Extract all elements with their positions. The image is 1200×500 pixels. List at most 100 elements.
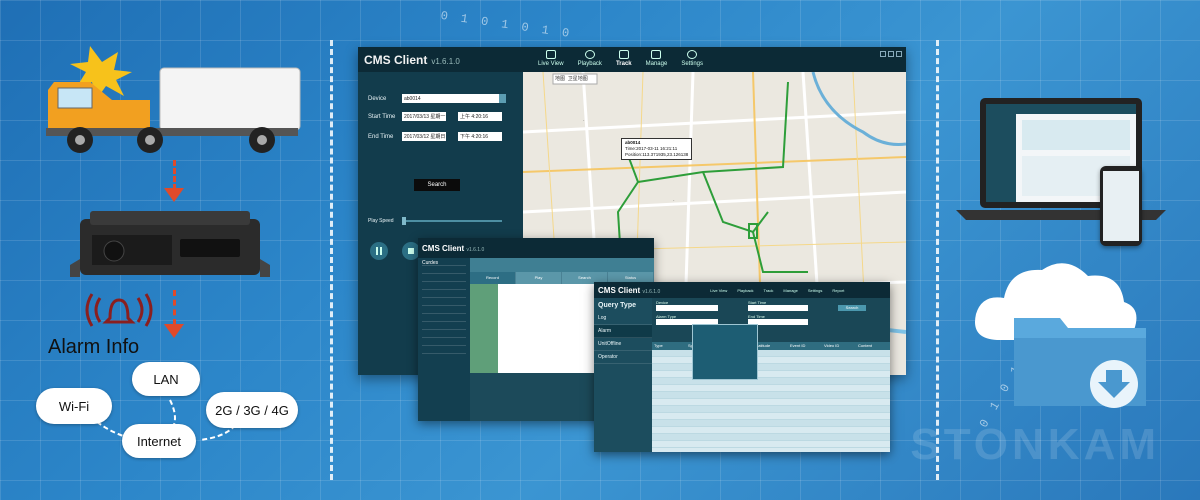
nav-track[interactable]: Track: [616, 47, 632, 67]
map-type-tabs[interactable]: 地图 卫星地图: [555, 75, 588, 82]
brand-watermark: STONKAM: [910, 420, 1160, 469]
nav-playback[interactable]: Playback: [578, 47, 602, 67]
window-controls: [880, 51, 902, 57]
tab-play[interactable]: Play: [516, 272, 562, 284]
wifi-label: Wi-Fi: [58, 398, 90, 414]
chevron-down-icon[interactable]: [499, 94, 506, 103]
tree-node[interactable]: [422, 268, 466, 274]
end-time-field[interactable]: 下午 4:20:16: [458, 132, 502, 141]
tree-node[interactable]: [422, 284, 466, 290]
table-row[interactable]: [652, 420, 890, 427]
flow-arrow-head: [164, 324, 184, 338]
table-row[interactable]: [652, 357, 890, 364]
tree-node[interactable]: [422, 300, 466, 306]
cms-report-window: CMS Client v1.6.1.0 Live View Playback T…: [594, 282, 890, 452]
device-select[interactable]: ab0014: [402, 94, 506, 103]
tree-node[interactable]: [422, 308, 466, 314]
internet-label: Internet: [136, 433, 182, 449]
wifi-cloud: Wi-Fi: [36, 388, 112, 424]
tree-node[interactable]: [422, 332, 466, 338]
nav-settings[interactable]: Settings: [681, 47, 703, 67]
divider-left: [330, 40, 333, 480]
playback-icon: [584, 50, 595, 59]
table-row[interactable]: [652, 427, 890, 434]
alarm-type-dropdown[interactable]: [692, 324, 758, 380]
pause-button[interactable]: [370, 242, 388, 260]
table-row[interactable]: [652, 392, 890, 399]
table-row[interactable]: [652, 413, 890, 420]
device-tree[interactable]: Curdes: [418, 258, 470, 421]
table-row[interactable]: [652, 364, 890, 371]
col-type[interactable]: Type: [652, 342, 686, 350]
query-item-alarm[interactable]: Alarm: [594, 325, 652, 338]
nav-settings[interactable]: Settings: [808, 288, 822, 293]
search-button[interactable]: Search: [414, 179, 460, 191]
nav-manage[interactable]: Manage: [646, 47, 667, 67]
cms-c-nav: Live View Playback Track Manage Settings…: [710, 288, 844, 293]
nav-playback[interactable]: Playback: [737, 288, 753, 293]
tree-node[interactable]: [422, 324, 466, 330]
table-row[interactable]: [652, 399, 890, 406]
query-type-panel: Query Type Log Alarm UnitOffline Operato…: [594, 298, 652, 452]
table-row[interactable]: [652, 385, 890, 392]
col-latitude[interactable]: Latitude: [754, 342, 788, 350]
table-row[interactable]: [652, 371, 890, 378]
table-row[interactable]: [652, 441, 890, 448]
play-speed-row: Play Speed: [368, 217, 502, 225]
flow-arrow-head: [164, 188, 184, 202]
mobile-dvr-icon: [70, 211, 270, 277]
col-video-id[interactable]: Video ID: [822, 342, 856, 350]
maximize-icon[interactable]: [888, 51, 894, 57]
query-item-unitoffline[interactable]: UnitOffline: [594, 338, 652, 351]
start-time-row: Start Time 2017/03/13 星期一 上午 4:20:16: [368, 112, 502, 121]
query-item-operator[interactable]: Operator: [594, 351, 652, 364]
nav-live-view[interactable]: Live View: [710, 288, 727, 293]
vehicle-info-popup: ab0014 Time:2017-03-11 16:21:11 Position…: [621, 138, 693, 160]
col-content[interactable]: Content: [856, 342, 890, 350]
table-row[interactable]: [652, 378, 890, 385]
col-event-id[interactable]: Event ID: [788, 342, 822, 350]
alarm-query-form: Device Alarm Type Start Time End Time Se…: [652, 298, 890, 342]
nav-manage[interactable]: Manage: [783, 288, 797, 293]
cms-b-header-bar: [470, 258, 654, 272]
end-time-row: End Time 2017/03/12 星期日 下午 4:20:16: [368, 132, 502, 141]
table-row[interactable]: [652, 350, 890, 357]
tree-node[interactable]: [422, 276, 466, 282]
nav-track[interactable]: Track: [764, 288, 774, 293]
internet-cloud: Internet: [122, 424, 196, 458]
lan-label: LAN: [153, 371, 179, 387]
device-row: Device ab0014: [368, 94, 506, 103]
table-row[interactable]: [652, 434, 890, 441]
cellular-label: 2G / 3G / 4G: [215, 402, 289, 418]
tree-root[interactable]: Curdes: [422, 260, 466, 266]
gear-icon: [687, 50, 698, 59]
start-date-field[interactable]: 2017/03/13 星期一: [402, 112, 446, 121]
manage-icon: [651, 50, 662, 59]
alarm-table-header: Type Speed Longitude Latitude Event ID V…: [652, 342, 890, 350]
close-icon[interactable]: [896, 51, 902, 57]
query-type-heading: Query Type: [598, 302, 636, 309]
nav-report[interactable]: Report: [832, 288, 844, 293]
minimize-icon[interactable]: [880, 51, 886, 57]
query-item-log[interactable]: Log: [594, 312, 652, 325]
start-time-field[interactable]: 上午 4:20:16: [458, 112, 502, 121]
device-field[interactable]: [656, 305, 718, 311]
alarm-bell-icon: [85, 293, 153, 327]
tree-node[interactable]: [422, 292, 466, 298]
report-search-button[interactable]: Search: [838, 305, 866, 311]
smartphone-icon: [1100, 166, 1142, 246]
start-time-field[interactable]: [748, 305, 808, 311]
divider-right: [936, 40, 939, 480]
slider-handle[interactable]: [401, 217, 406, 225]
track-icon: [618, 50, 629, 59]
table-row[interactable]: [652, 406, 890, 413]
play-speed-slider[interactable]: [401, 217, 502, 225]
end-date-field[interactable]: 2017/03/12 星期日: [402, 132, 446, 141]
nav-live-view[interactable]: Live View: [538, 47, 564, 67]
tree-node[interactable]: [422, 348, 466, 354]
tree-node[interactable]: [422, 316, 466, 322]
tree-node[interactable]: [422, 340, 466, 346]
phone-screen: [1103, 171, 1139, 241]
tab-record[interactable]: Record: [470, 272, 516, 284]
cellular-cloud: 2G / 3G / 4G: [206, 392, 298, 428]
